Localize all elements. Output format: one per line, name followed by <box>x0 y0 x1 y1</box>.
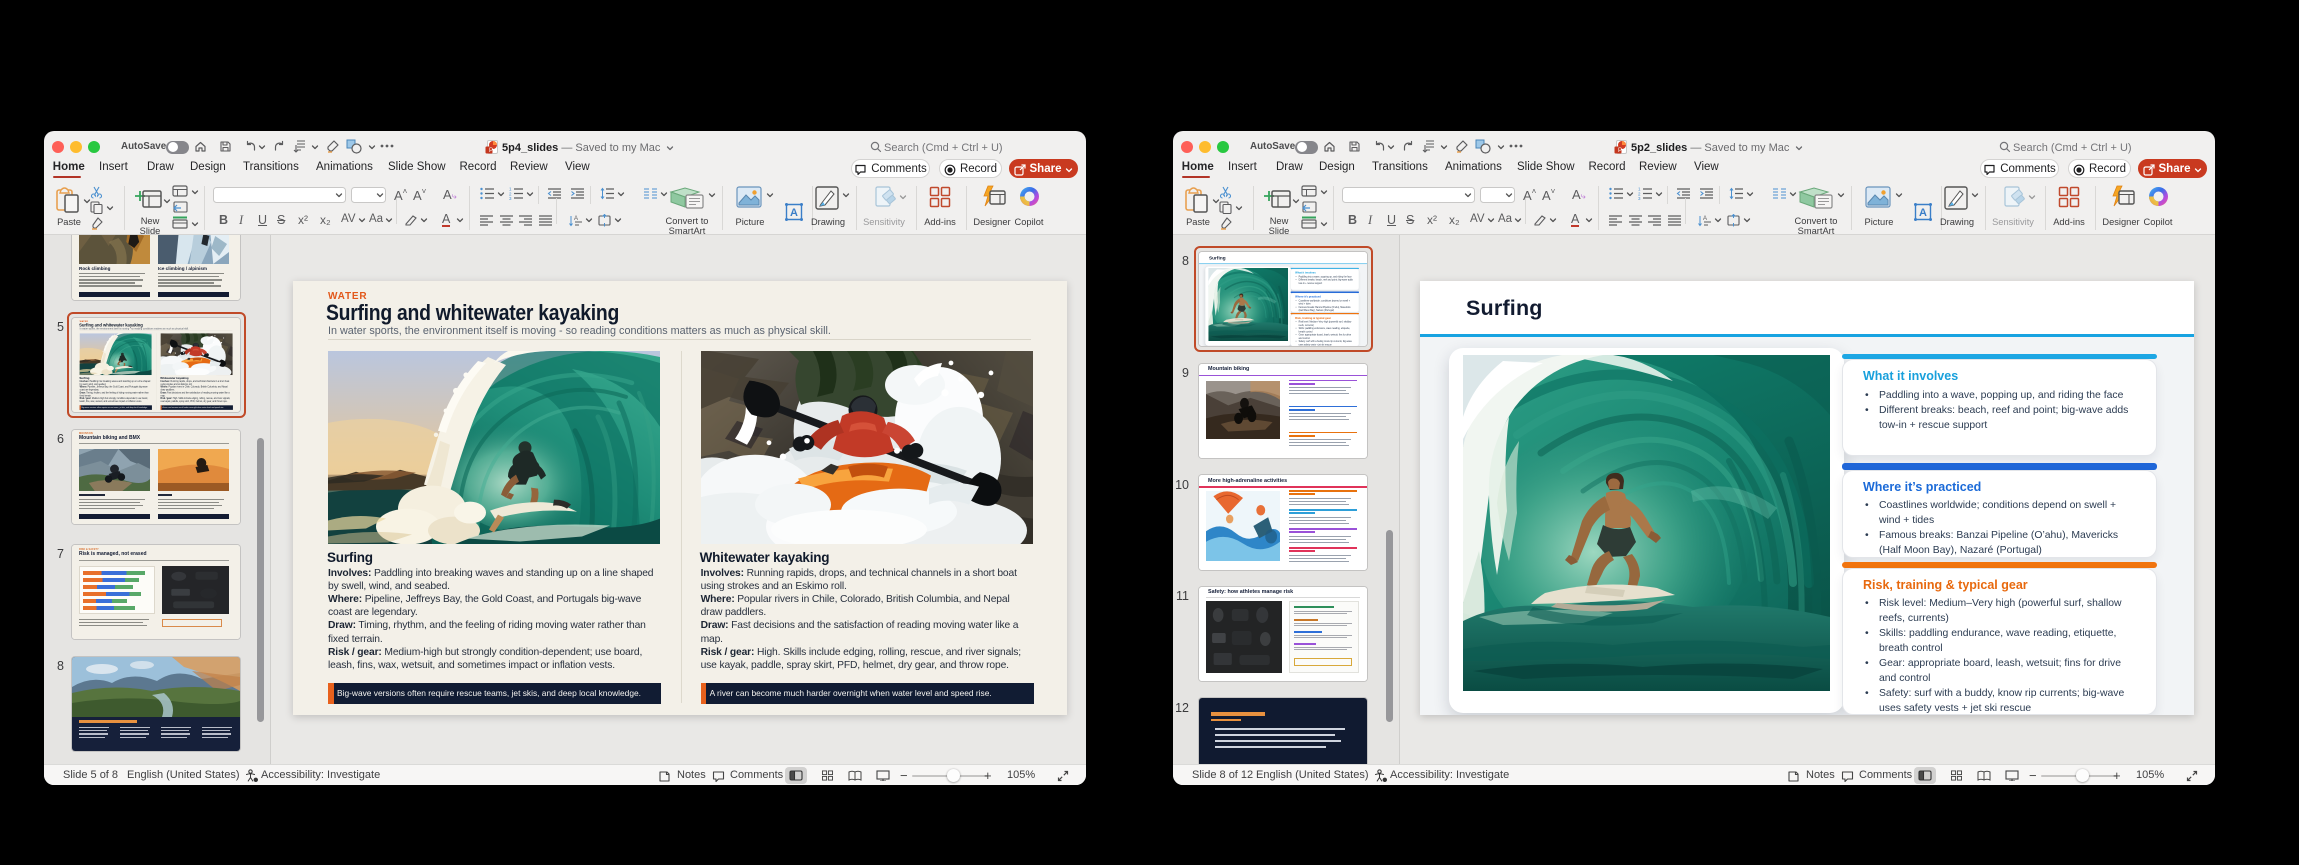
svg-text:3: 3 <box>1638 196 1641 200</box>
svg-text:A: A <box>790 207 798 219</box>
svg-text:3: 3 <box>509 196 512 200</box>
svg-text:P: P <box>1618 148 1622 154</box>
svg-text:A: A <box>1703 216 1707 222</box>
svg-text:A: A <box>1919 207 1927 219</box>
svg-text:P: P <box>489 148 493 154</box>
svg-text:A: A <box>574 216 578 222</box>
